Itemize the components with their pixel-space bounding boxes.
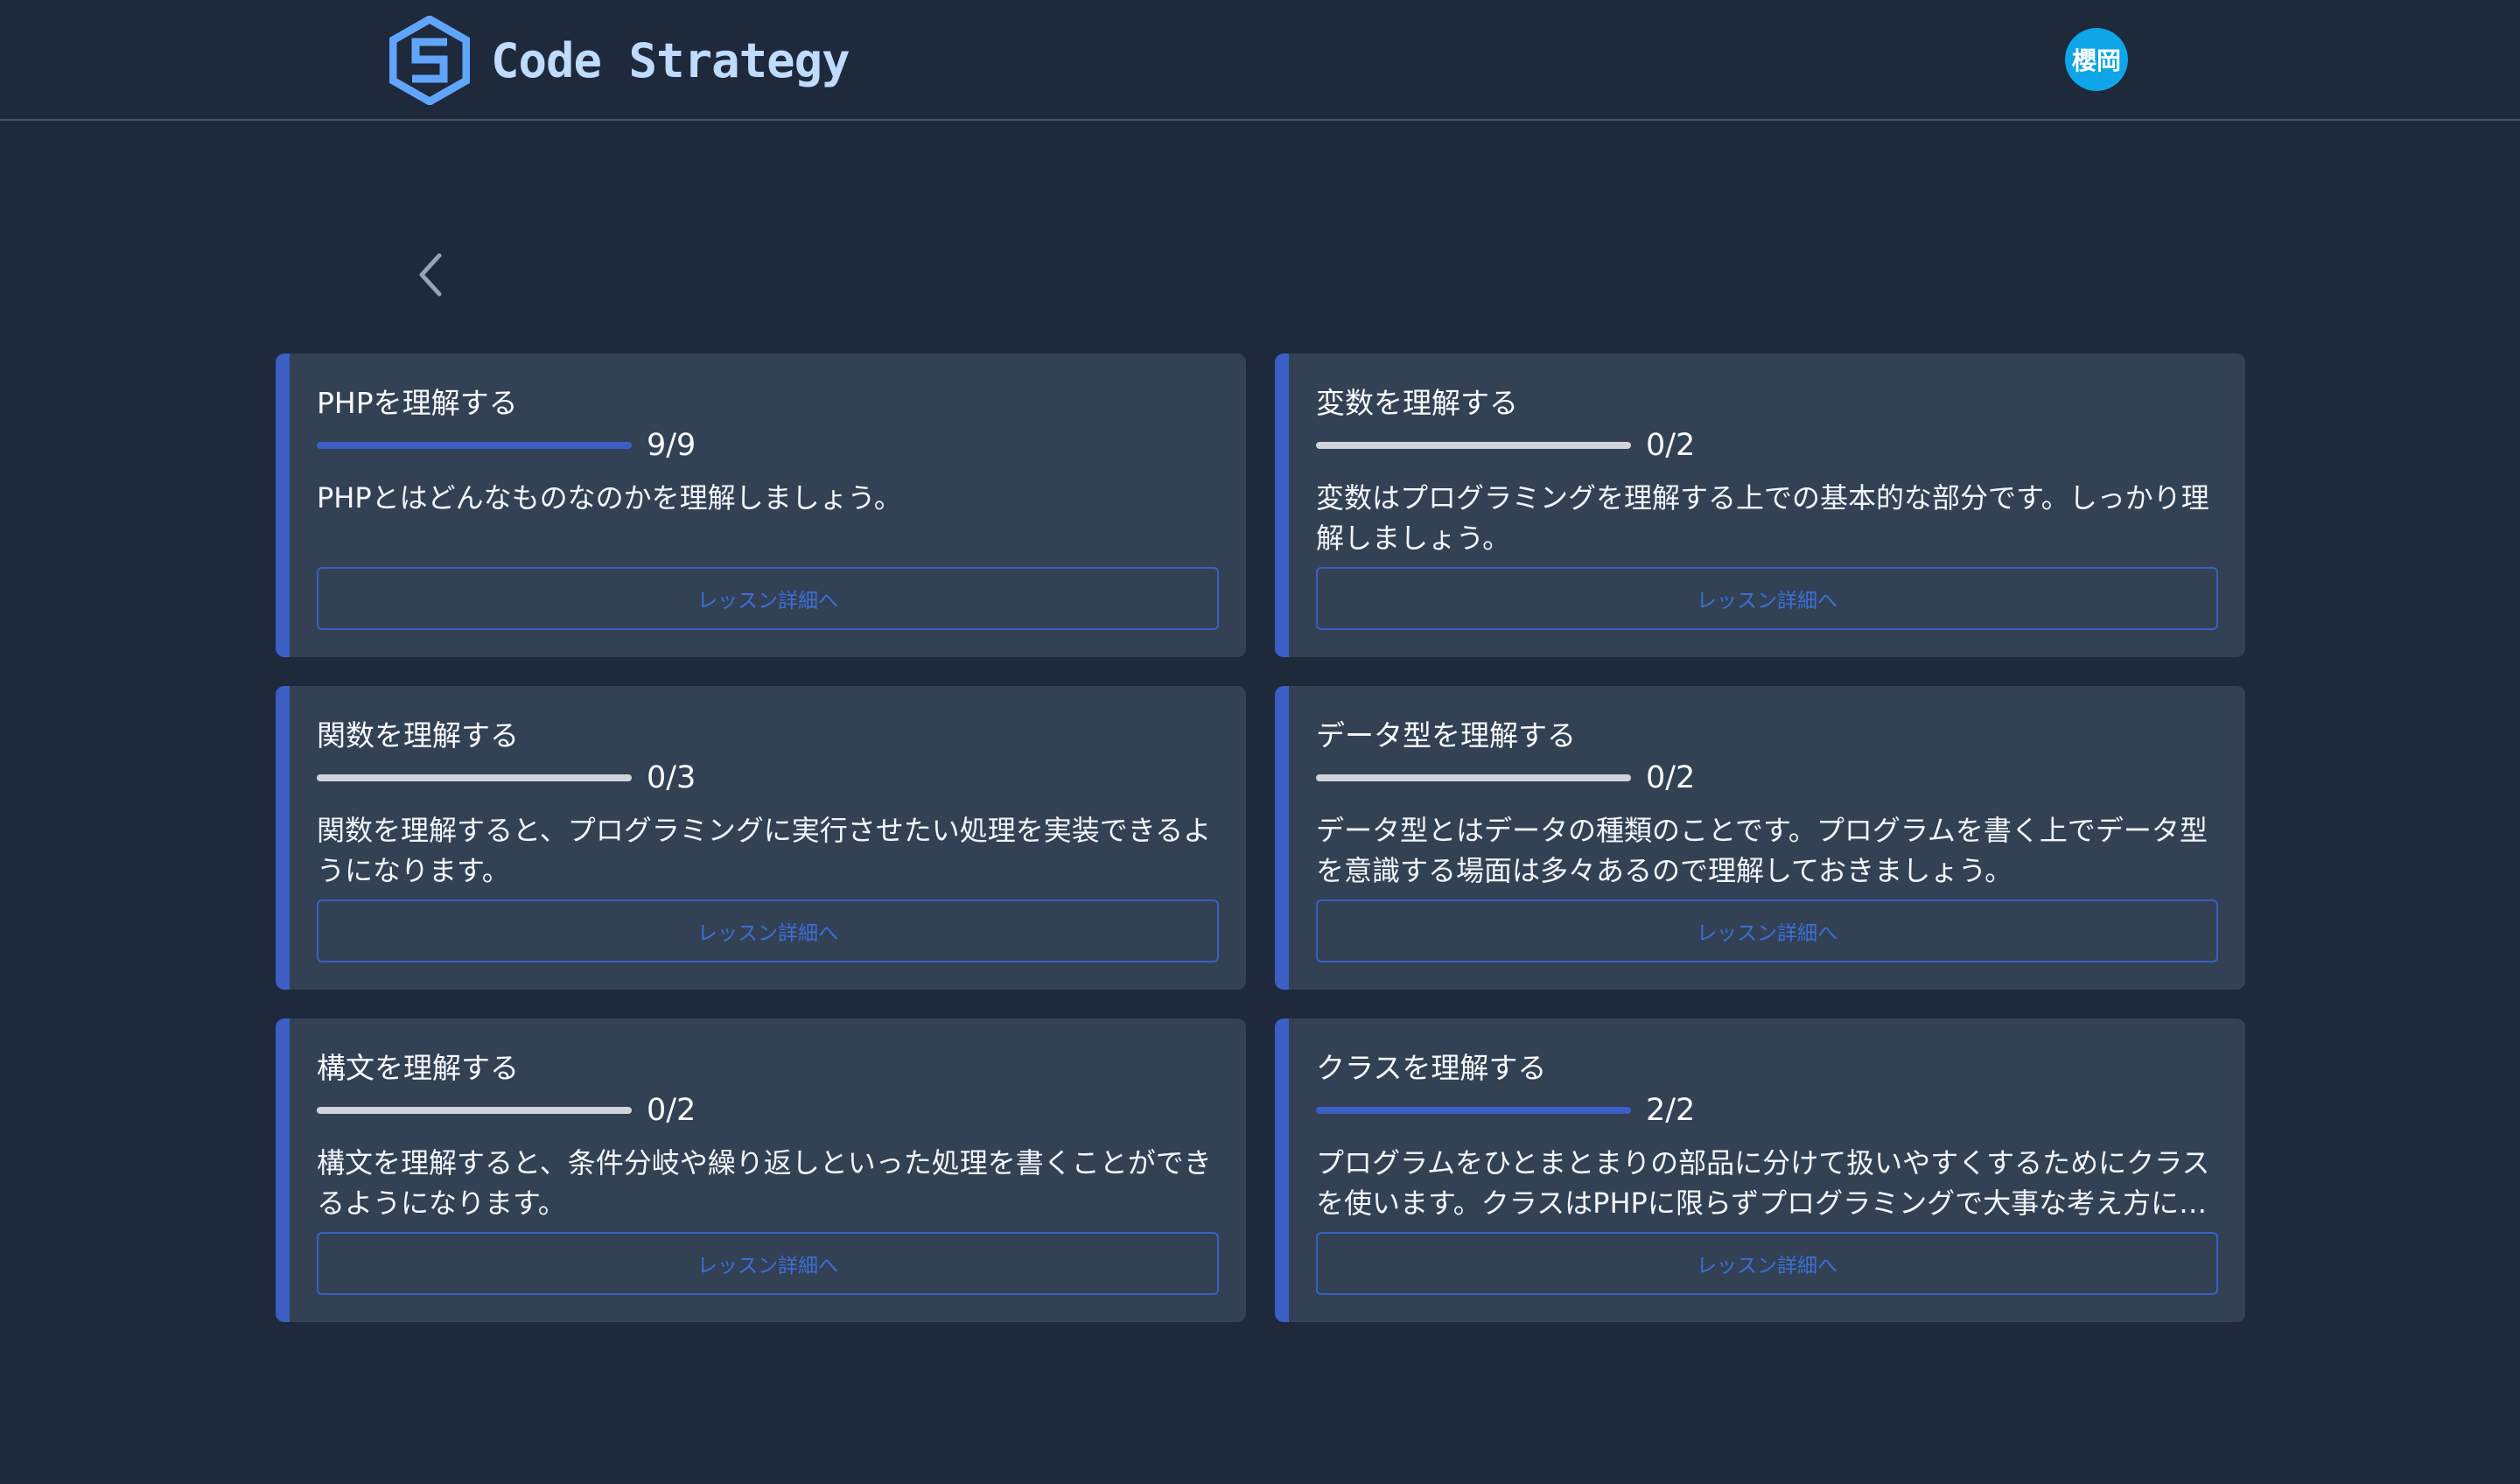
lesson-description: PHPとはどんなものなのかを理解しましょう。 xyxy=(317,481,902,514)
lesson-description: プログラムをひとまとまりの部品に分けて扱いやすくするためにクラスを使います。クラ… xyxy=(1316,1146,2210,1220)
lesson-card: クラスを理解する 2/2 プログラムをひとまとまりの部品に分けて扱いやすくするた… xyxy=(1275,1018,2245,1322)
progress-count: 9/9 xyxy=(647,428,696,463)
lesson-card: データ型を理解する 0/2 データ型とはデータの種類のことです。プログラムを書く… xyxy=(1275,686,2245,990)
brand-name: Code Strategy xyxy=(491,32,850,88)
lesson-description: 変数はプログラミングを理解する上での基本的な部分です。しっかり理解しましょう。 xyxy=(1316,481,2209,555)
progress-row: 0/3 xyxy=(317,758,1219,798)
lesson-detail-button[interactable]: レッスン詳細へ xyxy=(1316,900,2218,962)
lesson-grid: PHPを理解する 9/9 PHPとはどんなものなのかを理解しましょう。 レッスン… xyxy=(276,354,2245,1322)
chevron-left-icon xyxy=(419,253,442,297)
lesson-title: クラスを理解する xyxy=(1316,1051,1547,1085)
lesson-description: データ型とはデータの種類のことです。プログラムを書く上でデータ型を意識する場面は… xyxy=(1316,814,2208,887)
progress-row: 2/2 xyxy=(1316,1090,2218,1130)
user-avatar[interactable]: 櫻岡 xyxy=(2065,28,2128,91)
lesson-detail-button[interactable]: レッスン詳細へ xyxy=(1316,1232,2218,1295)
lesson-description: 構文を理解すると、条件分岐や繰り返しといった処理を書くことができるようになります… xyxy=(317,1146,1212,1220)
lesson-card: 構文を理解する 0/2 構文を理解すると、条件分岐や繰り返しといった処理を書くこ… xyxy=(276,1018,1246,1322)
progress-row: 0/2 xyxy=(1316,758,2218,798)
lesson-description: 関数を理解すると、プログラミングに実行させたい処理を実装できるようになります。 xyxy=(317,814,1212,887)
lesson-detail-button[interactable]: レッスン詳細へ xyxy=(317,900,1219,962)
progress-count: 0/2 xyxy=(1646,760,1696,795)
progress-count: 2/2 xyxy=(1646,1093,1696,1128)
progress-bar xyxy=(1316,774,1631,781)
lesson-detail-button[interactable]: レッスン詳細へ xyxy=(1316,567,2218,630)
lesson-title: 構文を理解する xyxy=(317,1051,519,1085)
progress-bar xyxy=(317,1107,632,1114)
progress-fill xyxy=(1316,1107,1631,1114)
lesson-card: 変数を理解する 0/2 変数はプログラミングを理解する上での基本的な部分です。し… xyxy=(1275,354,2245,657)
brand-logo[interactable]: Code Strategy xyxy=(389,16,850,105)
lesson-detail-button[interactable]: レッスン詳細へ xyxy=(317,567,1219,630)
progress-bar xyxy=(317,442,632,449)
progress-bar xyxy=(1316,442,1631,449)
lesson-title: データ型を理解する xyxy=(1316,718,1576,752)
lesson-title: 関数を理解する xyxy=(317,718,519,752)
lesson-title: PHPを理解する xyxy=(317,386,518,420)
lesson-card: 関数を理解する 0/3 関数を理解すると、プログラミングに実行させたい処理を実装… xyxy=(276,686,1246,990)
progress-fill xyxy=(317,442,632,449)
lesson-card: PHPを理解する 9/9 PHPとはどんなものなのかを理解しましょう。 レッスン… xyxy=(276,354,1246,657)
progress-count: 0/2 xyxy=(1646,428,1696,463)
progress-row: 9/9 xyxy=(317,425,1219,466)
lesson-title: 変数を理解する xyxy=(1316,386,1518,420)
progress-bar xyxy=(1316,1107,1631,1114)
back-button[interactable] xyxy=(408,248,453,301)
progress-count: 0/2 xyxy=(647,1093,696,1128)
progress-count: 0/3 xyxy=(647,760,696,795)
progress-row: 0/2 xyxy=(1316,425,2218,466)
progress-row: 0/2 xyxy=(317,1090,1219,1130)
progress-bar xyxy=(317,774,632,781)
code-strategy-logo-icon xyxy=(389,16,470,105)
lesson-detail-button[interactable]: レッスン詳細へ xyxy=(317,1232,1219,1295)
top-header: Code Strategy 櫻岡 xyxy=(0,0,2520,121)
